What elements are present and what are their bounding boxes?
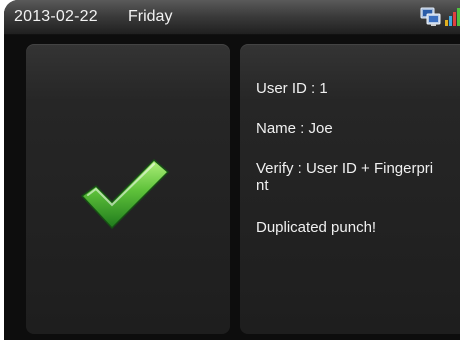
verify-text: Verify : User ID + Fingerpri [256, 160, 434, 177]
user-id-text: User ID : 1 [256, 80, 328, 97]
status-date: 2013-02-22 [14, 8, 98, 25]
result-panel [26, 44, 230, 334]
check-icon [81, 159, 169, 229]
device-screen: 2013-02-22 Friday User ID: 1 Name: Joe… [4, 0, 460, 340]
network-icon [420, 7, 441, 26]
status-bar: 2013-02-22 Friday [4, 0, 460, 35]
name-text: Name : Joe [256, 120, 333, 137]
signal-icon [445, 8, 460, 26]
status-message: Duplicated punch! [256, 219, 377, 236]
info-panel: User ID : 1 Name : Joe Verify : User ID … [240, 44, 460, 334]
verify-text-continued: nt [256, 177, 269, 194]
status-day: Friday [128, 8, 173, 25]
